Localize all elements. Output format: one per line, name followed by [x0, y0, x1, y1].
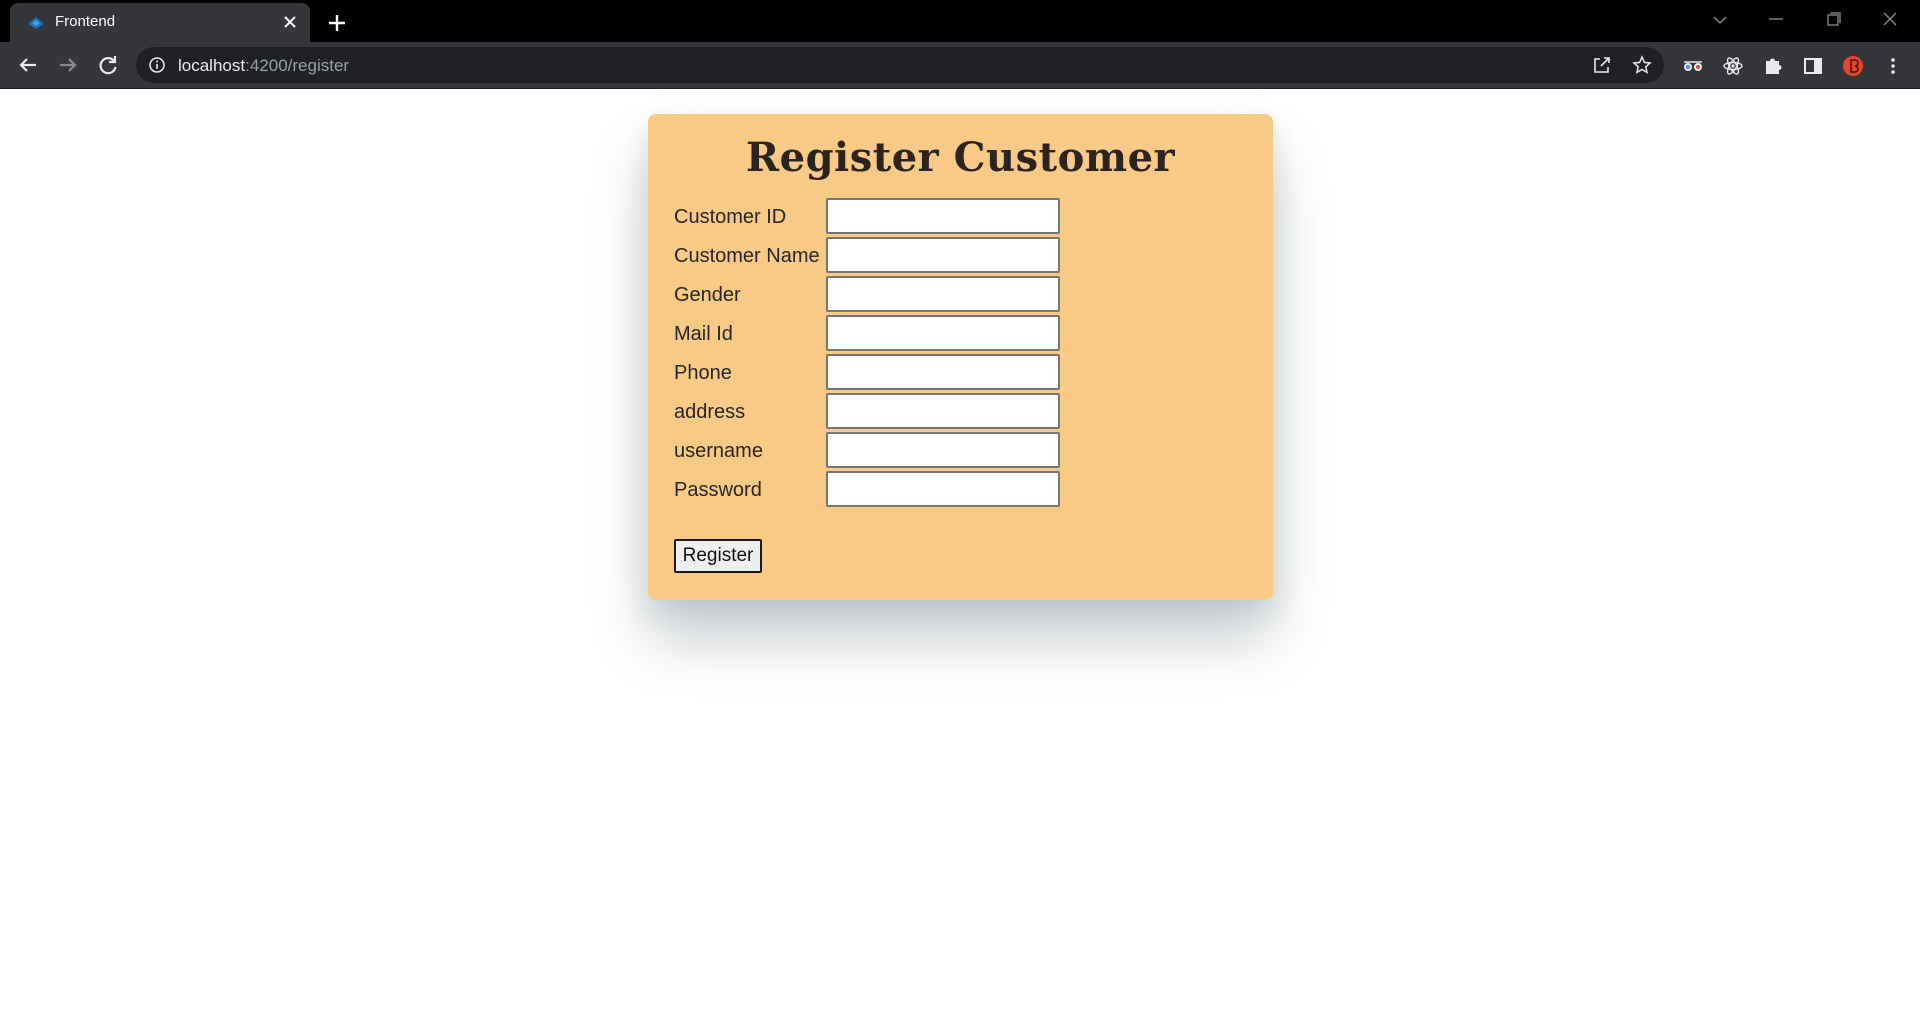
site-info-icon[interactable]	[148, 56, 166, 74]
tab-strip: Frontend	[0, 0, 1920, 42]
share-icon[interactable]	[1592, 55, 1612, 75]
react-devtools-icon[interactable]	[1722, 55, 1744, 77]
restore-icon[interactable]	[1813, 6, 1853, 34]
gender-input[interactable]	[826, 276, 1060, 312]
bookmark-star-icon[interactable]	[1632, 55, 1652, 75]
username-input[interactable]	[826, 432, 1060, 468]
gender-label: Gender	[674, 284, 741, 306]
close-window-icon[interactable]	[1870, 6, 1910, 34]
register-button[interactable]: Register	[674, 539, 762, 573]
tab-search-icon[interactable]	[1700, 6, 1740, 34]
customer-name-label: Customer Name	[674, 245, 820, 267]
browser-toolbar: localhost:4200/register	[0, 42, 1920, 89]
customer-id-input[interactable]	[826, 198, 1060, 234]
url-path: :4200/register	[245, 56, 350, 75]
url-text: localhost:4200/register	[178, 56, 349, 76]
address-input[interactable]	[826, 393, 1060, 429]
side-panel-icon[interactable]	[1802, 55, 1824, 77]
forward-icon[interactable]	[54, 51, 82, 79]
username-label: username	[674, 440, 763, 462]
customer-name-input[interactable]	[826, 237, 1060, 273]
minimize-icon[interactable]	[1756, 6, 1796, 34]
browser-tab[interactable]: Frontend	[10, 3, 310, 42]
profile-avatar-icon[interactable]	[1842, 55, 1864, 77]
password-input[interactable]	[826, 471, 1060, 507]
back-icon[interactable]	[14, 51, 42, 79]
page-title: Register Customer	[745, 134, 1176, 181]
extension-glasses-icon[interactable]	[1682, 55, 1704, 77]
mail-id-label: Mail Id	[674, 323, 733, 345]
new-tab-icon[interactable]	[324, 10, 350, 36]
phone-input[interactable]	[826, 354, 1060, 390]
address-label: address	[674, 401, 746, 423]
phone-label: Phone	[674, 362, 732, 384]
address-bar[interactable]: localhost:4200/register	[136, 47, 1664, 83]
angular-icon	[28, 17, 44, 29]
customer-id-label: Customer ID	[674, 206, 787, 228]
url-host: localhost	[178, 56, 246, 75]
close-tab-icon[interactable]	[280, 12, 300, 32]
extensions-puzzle-icon[interactable]	[1762, 55, 1784, 77]
password-label: Password	[674, 479, 762, 501]
mail-id-input[interactable]	[826, 315, 1060, 351]
tab-title: Frontend	[55, 13, 116, 30]
reload-icon[interactable]	[94, 51, 122, 79]
register-card: Register Customer Customer ID Customer N…	[648, 114, 1273, 600]
menu-kebab-icon[interactable]	[1882, 55, 1904, 77]
